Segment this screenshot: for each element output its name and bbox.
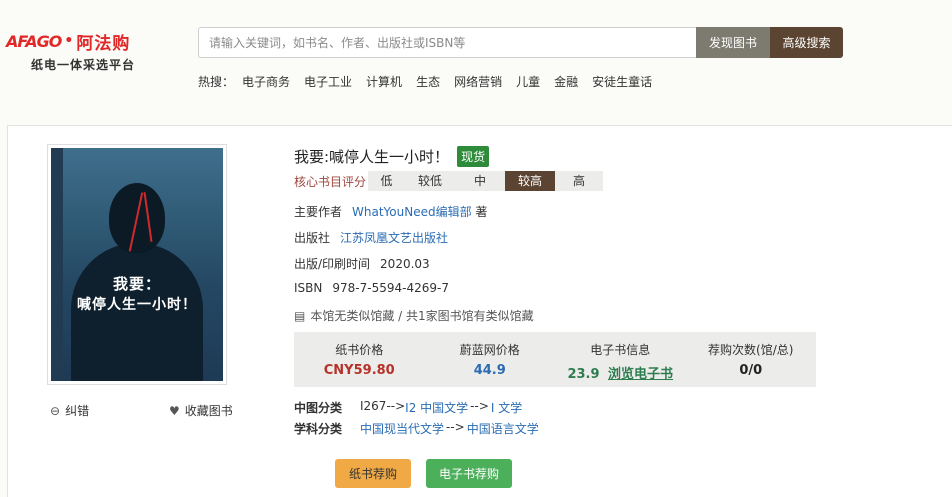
clc-label: 中图分类 [294, 401, 343, 415]
book-title[interactable]: 我要:喊停人生一小时！ [294, 146, 449, 167]
author-link[interactable]: WhatYouNeed编辑部 [352, 205, 472, 219]
hot-term[interactable]: 金融 [554, 73, 578, 90]
stock-badge: 现货 [457, 146, 490, 167]
hot-term[interactable]: 安徒生童话 [592, 73, 652, 90]
rating-scale: 低 较低 中 较高 高 [368, 171, 604, 191]
cover-title-line1: 我要： [112, 275, 161, 293]
search-input[interactable] [198, 27, 696, 58]
publisher-label: 出版社 [294, 231, 331, 245]
publisher-row: 出版社 江苏凤凰文艺出版社 [294, 229, 448, 246]
subject-label: 学科分类 [294, 422, 343, 436]
cover-spine [51, 148, 63, 381]
report-error-label: 纠错 [65, 404, 90, 418]
clc-classification: 中图分类 I267--> I2 中国文学 --> I 文学 [294, 399, 522, 416]
collect-book-link[interactable]: ♥ 收藏图书 [169, 402, 233, 419]
price-panel: 纸书价格 CNY59.80 蔚蓝网价格 44.9 电子书信息 23.9 浏览电子… [294, 332, 816, 387]
holdings-text[interactable]: 本馆无类似馆藏 / 共1家图书馆有类似馆藏 [310, 307, 533, 324]
core-rating: 核心书目评分 低 较低 中 较高 高 [294, 171, 604, 191]
ebook-price-value: 23.9 [567, 367, 600, 382]
subject-classification: 学科分类 中国现当代文学 --> 中国语言文学 [294, 420, 539, 437]
recommend-count-label: 荐购次数(馆/总) [708, 343, 794, 357]
discover-books-button[interactable]: 发现图书 [696, 27, 770, 58]
isbn-label: ISBN [294, 281, 323, 295]
rating-option[interactable]: 较低 [405, 171, 455, 191]
paper-price-label: 纸书价格 [335, 343, 384, 357]
hot-searches: 热搜： 电子商务 电子工业 计算机 生态 网络营销 儿童 金融 安徒生童话 [198, 73, 666, 90]
heart-icon: ♥ [169, 403, 180, 418]
hot-term[interactable]: 电子工业 [304, 73, 352, 90]
isbn-value: 978-7-5594-4269-7 [332, 281, 449, 295]
clipboard-icon: ▤ [294, 308, 306, 323]
book-card: 我要： 喊停人生一小时！ ⊖ 纠错 ♥ 收藏图书 我要:喊停人生一小时！ 现货 … [7, 125, 952, 497]
weilan-price-label: 蔚蓝网价格 [459, 343, 520, 357]
ebook-recommend-button[interactable]: 电子书荐购 [426, 459, 512, 488]
recommend-count: 荐购次数(馆/总) 0/0 [686, 332, 817, 387]
rating-option-selected[interactable]: 较高 [505, 171, 556, 191]
author-suffix: 著 [475, 205, 488, 219]
pubdate-row: 出版/印刷时间 2020.03 [294, 255, 430, 272]
weilan-price: 蔚蓝网价格 44.9 [425, 332, 556, 387]
hot-term[interactable]: 生态 [416, 73, 440, 90]
hot-term[interactable]: 计算机 [366, 73, 402, 90]
collect-book-label: 收藏图书 [184, 404, 233, 418]
logo-mark: AFAGO • 阿法购 [6, 30, 131, 54]
publisher-link[interactable]: 江苏凤凰文艺出版社 [340, 231, 448, 245]
cover-image: 我要： 喊停人生一小时！ [51, 148, 223, 381]
search-bar: 发现图书 高级搜索 [198, 27, 843, 58]
site-logo[interactable]: AFAGO • 阿法购 纸电一体采选平台 [6, 30, 176, 74]
isbn-row: ISBN 978-7-5594-4269-7 [294, 281, 449, 295]
logo-cn-text: 阿法购 [76, 33, 131, 54]
rating-option[interactable]: 低 [368, 171, 405, 191]
logo-mark-text: AFAGO [6, 31, 62, 51]
author-label: 主要作者 [294, 205, 343, 219]
cover-title-line2: 喊停人生一小时！ [77, 297, 197, 313]
ebook-info-row: 23.9 浏览电子书 [555, 363, 686, 382]
clc-link[interactable]: I2 中国文学 [405, 399, 468, 416]
book-cover[interactable]: 我要： 喊停人生一小时！ [47, 144, 227, 385]
hot-term[interactable]: 电子商务 [242, 73, 290, 90]
browse-ebook-link[interactable]: 浏览电子书 [608, 367, 673, 382]
paper-price-value: CNY59.80 [323, 363, 395, 378]
ebook-info: 电子书信息 23.9 浏览电子书 [555, 332, 686, 387]
report-error-link[interactable]: ⊖ 纠错 [50, 402, 89, 419]
pubdate-label: 出版/印刷时间 [294, 257, 371, 271]
hot-term[interactable]: 网络营销 [454, 73, 502, 90]
author-row: 主要作者 WhatYouNeed编辑部 著 [294, 203, 487, 220]
paper-recommend-button[interactable]: 纸书荐购 [335, 459, 411, 488]
holdings-info: ▤ 本馆无类似馆藏 / 共1家图书馆有类似馆藏 [294, 307, 534, 324]
title-row: 我要:喊停人生一小时！ 现货 [294, 146, 490, 167]
logo-subtitle: 纸电一体采选平台 [31, 58, 136, 72]
advanced-search-button[interactable]: 高级搜索 [770, 27, 843, 58]
rating-label: 核心书目评分 [294, 174, 367, 189]
subject-link[interactable]: 中国现当代文学 [360, 420, 444, 437]
subject-separator: --> [446, 420, 465, 434]
logo-dot: • [64, 33, 74, 49]
pubdate-value: 2020.03 [380, 257, 430, 271]
rating-option[interactable]: 高 [555, 171, 603, 191]
search-icon: ⊖ [50, 403, 61, 418]
paper-price: 纸书价格 CNY59.80 [294, 332, 425, 387]
clc-link[interactable]: I 文学 [491, 399, 522, 416]
weilan-price-value: 44.9 [473, 363, 506, 378]
hot-term[interactable]: 儿童 [516, 73, 540, 90]
hot-searches-label: 热搜： [198, 75, 235, 89]
rating-option[interactable]: 中 [455, 171, 505, 191]
recommend-count-value: 0/0 [739, 363, 763, 378]
ebook-info-label: 电子书信息 [590, 343, 651, 357]
clc-separator: --> [470, 399, 489, 413]
subject-link[interactable]: 中国语言文学 [467, 420, 539, 437]
clc-prefix: I267--> [360, 399, 406, 413]
